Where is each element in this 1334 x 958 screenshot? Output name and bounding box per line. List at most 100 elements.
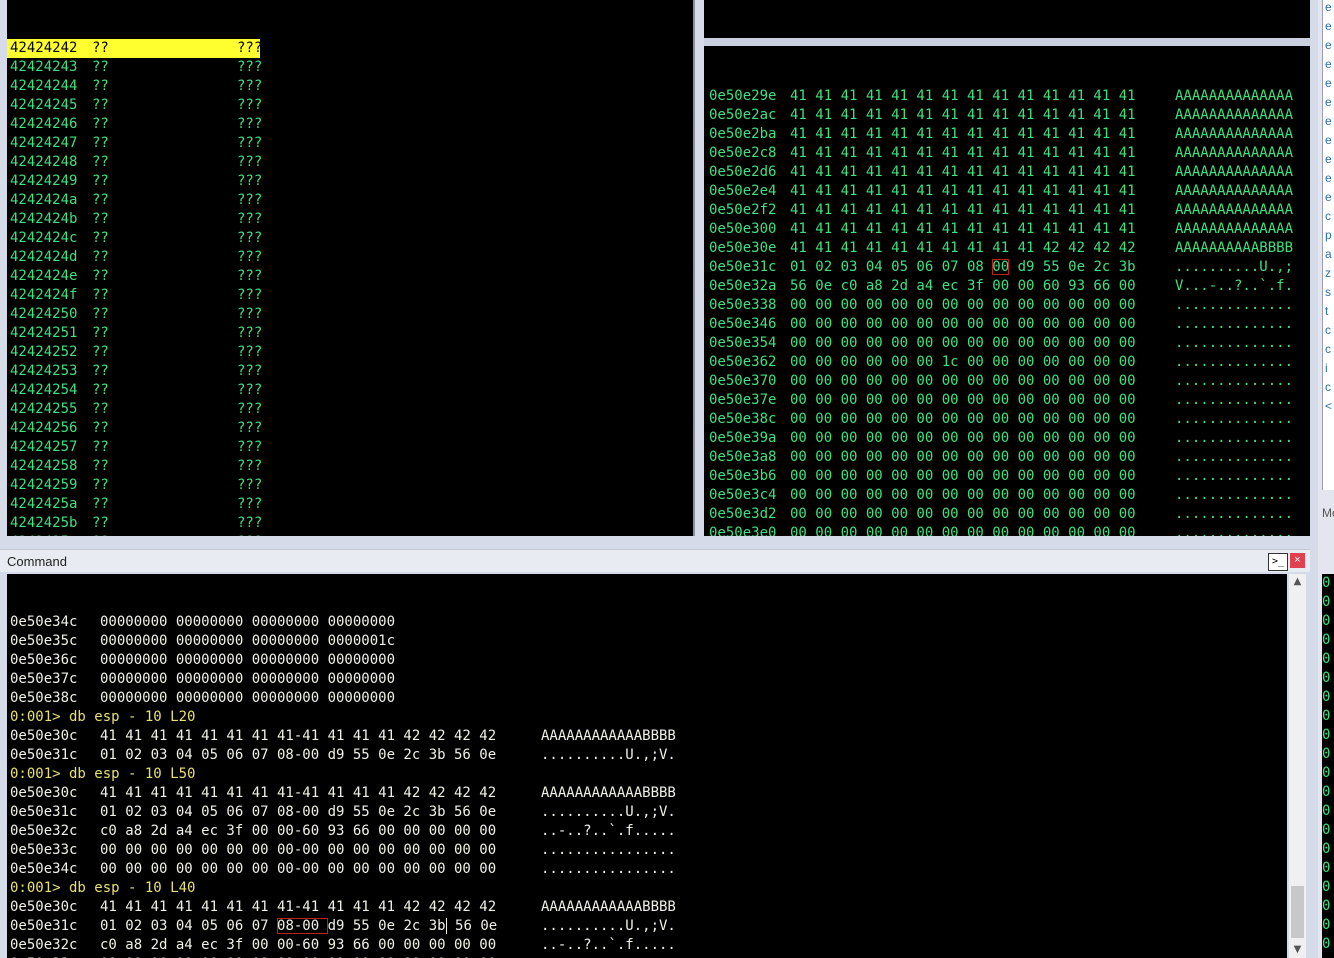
memory-address: 0e50e2ac bbox=[709, 107, 777, 123]
memory-row[interactable]: 0e50e2c8 41 41 41 41 41 41 41 41 41 41 41… bbox=[704, 144, 1310, 163]
memory-row[interactable]: 0e50e300 41 41 41 41 41 41 41 41 41 41 41… bbox=[704, 220, 1310, 239]
memory-row[interactable]: 0e50e37e 00 00 00 00 00 00 00 00 00 00 00… bbox=[704, 391, 1310, 410]
modules-tab-label[interactable]: Mo bbox=[1322, 506, 1334, 520]
command-title-bar[interactable]: Command >_ × bbox=[0, 549, 1310, 572]
memory-row[interactable]: 0e50e2ac 41 41 41 41 41 41 41 41 41 41 41… bbox=[704, 106, 1310, 125]
instruction-address: 42424247 bbox=[10, 135, 78, 151]
instruction-mnemonic: ??? bbox=[237, 363, 263, 379]
dump-hex-bytes: 00000000 00000000 00000000 00000000 bbox=[100, 671, 396, 687]
memory-row[interactable]: 0e50e362 00 00 00 00 00 00 1c 00 00 00 00… bbox=[704, 353, 1310, 372]
disassembly-row[interactable]: 42424250????? bbox=[7, 305, 693, 324]
memory-row[interactable]: 0e50e3d2 00 00 00 00 00 00 00 00 00 00 00… bbox=[704, 505, 1310, 524]
memory-pane[interactable]: 0e50e29e 41 41 41 41 41 41 41 41 41 41 41… bbox=[704, 0, 1310, 536]
disassembly-row[interactable]: 4242425b????? bbox=[7, 514, 693, 533]
disassembly-pane[interactable]: 42424242????? 42424243????? 42424244????? 4… bbox=[7, 0, 695, 536]
command-output[interactable]: 0e50e34c 00000000 00000000 00000000 00000… bbox=[7, 574, 1287, 958]
memory-row[interactable]: 0e50e3a8 00 00 00 00 00 00 00 00 00 00 00… bbox=[704, 448, 1310, 467]
memory-row[interactable]: 0e50e3e0 00 00 00 00 00 00 00 00 00 00 00… bbox=[704, 524, 1310, 536]
memory-row[interactable]: 0e50e2e4 41 41 41 41 41 41 41 41 41 41 41… bbox=[704, 182, 1310, 201]
memory-hex-bytes: 41 41 41 41 41 41 41 41 41 41 41 41 41 4… bbox=[790, 202, 1136, 218]
disassembly-row[interactable]: 42424244????? bbox=[7, 77, 693, 96]
memory-row[interactable]: 0e50e39a 00 00 00 00 00 00 00 00 00 00 00… bbox=[704, 429, 1310, 448]
scroll-thumb[interactable] bbox=[1291, 886, 1304, 938]
disassembly-row[interactable]: 4242424d????? bbox=[7, 248, 693, 267]
memory-address: 0e50e31c bbox=[709, 259, 777, 275]
memory-ascii: .............. bbox=[1175, 354, 1294, 370]
memory-hex-bytes: 00 00 00 00 00 00 00 00 00 00 00 00 00 0… bbox=[790, 411, 1136, 427]
memory-ascii: AAAAAAAAAAAAAA bbox=[1175, 107, 1294, 123]
memory-row[interactable]: 0e50e370 00 00 00 00 00 00 00 00 00 00 00… bbox=[704, 372, 1310, 391]
dump-address: 0e50e30c bbox=[10, 899, 78, 915]
memory-tab-strip[interactable] bbox=[704, 38, 1310, 46]
disassembly-row[interactable]: 4242425a????? bbox=[7, 495, 693, 514]
memory-ascii: AAAAAAAAAAAAAA bbox=[1175, 88, 1294, 104]
instruction-mnemonic: ??? bbox=[237, 173, 263, 189]
scroll-up-icon[interactable]: ▲ bbox=[1289, 574, 1306, 590]
disassembly-row[interactable]: 42424242????? bbox=[7, 39, 262, 58]
disassembly-row[interactable]: 42424257????? bbox=[7, 438, 693, 457]
memory-row[interactable]: 0e50e354 00 00 00 00 00 00 00 00 00 00 00… bbox=[704, 334, 1310, 353]
register-name-fragment: c bbox=[1325, 380, 1331, 394]
memory-address: 0e50e37e bbox=[709, 392, 777, 408]
disassembly-row[interactable]: 4242424c????? bbox=[7, 229, 693, 248]
disassembly-row[interactable]: 42424255????? bbox=[7, 400, 693, 419]
memory-row[interactable]: 0e50e3c4 00 00 00 00 00 00 00 00 00 00 00… bbox=[704, 486, 1310, 505]
close-icon[interactable]: × bbox=[1290, 553, 1305, 568]
disassembly-row[interactable]: 42424259????? bbox=[7, 476, 693, 495]
registers-pane-edge[interactable]: e e e e e e e e e e e c p a z s t c c i c < bbox=[1322, 0, 1334, 490]
disassembly-row[interactable]: 42424249????? bbox=[7, 172, 693, 191]
instruction-mnemonic: ??? bbox=[237, 534, 262, 536]
disassembly-row[interactable]: 4242424b????? bbox=[7, 210, 693, 229]
memory-row[interactable]: 0e50e2d6 41 41 41 41 41 41 41 41 41 41 41… bbox=[704, 163, 1310, 182]
instruction-opcode: ?? bbox=[92, 458, 109, 474]
command-prompt-line: 0:001> db esp - 10 L40 bbox=[10, 880, 196, 896]
memory-row[interactable]: 0e50e3b6 00 00 00 00 00 00 00 00 00 00 00… bbox=[704, 467, 1310, 486]
command-output-line: 0e50e34c 00 00 00 00 00 00 00 00-00 00 00… bbox=[7, 860, 1287, 879]
disassembly-row[interactable]: 4242424e????? bbox=[7, 267, 693, 286]
command-output-line: 0e50e32c c0 a8 2d a4 ec 3f 00 00-60 93 66… bbox=[7, 936, 1287, 955]
stack-address-fragment: 0 bbox=[1322, 822, 1331, 838]
disassembly-row[interactable]: 42424253????? bbox=[7, 362, 693, 381]
memory-row[interactable]: 0e50e30e 41 41 41 41 41 41 41 41 41 41 42… bbox=[704, 239, 1310, 258]
memory-row[interactable]: 0e50e2ba 41 41 41 41 41 41 41 41 41 41 41… bbox=[704, 125, 1310, 144]
disassembly-row[interactable]: 42424256????? bbox=[7, 419, 693, 438]
memory-row[interactable]: 0e50e32a 56 0e c0 a8 2d a4 ec 3f 00 00 60… bbox=[704, 277, 1310, 296]
instruction-mnemonic: ??? bbox=[237, 135, 263, 151]
instruction-opcode: ?? bbox=[92, 344, 109, 360]
stack-address-fragment: 0 bbox=[1322, 632, 1331, 648]
memory-row[interactable]: 0e50e338 00 00 00 00 00 00 00 00 00 00 00… bbox=[704, 296, 1310, 315]
instruction-mnemonic: ??? bbox=[237, 116, 263, 132]
command-output-line: 0e50e31c 01 02 03 04 05 06 07 08-00 d9 55… bbox=[7, 917, 1287, 936]
memory-list: 0e50e29e 41 41 41 41 41 41 41 41 41 41 41… bbox=[704, 84, 1310, 536]
disassembly-row[interactable]: 4242424a????? bbox=[7, 191, 693, 210]
disassembly-row[interactable]: 42424247????? bbox=[7, 134, 693, 153]
memory-row[interactable]: 0e50e29e 41 41 41 41 41 41 41 41 41 41 41… bbox=[704, 87, 1310, 106]
instruction-mnemonic: ??? bbox=[237, 268, 263, 284]
memory-row[interactable]: 0e50e2f2 41 41 41 41 41 41 41 41 41 41 41… bbox=[704, 201, 1310, 220]
disassembly-row[interactable]: 4242424f????? bbox=[7, 286, 693, 305]
instruction-opcode: ?? bbox=[92, 363, 109, 379]
memory-row[interactable]: 0e50e38c 00 00 00 00 00 00 00 00 00 00 00… bbox=[704, 410, 1310, 429]
command-output-line: 0e50e36c 00000000 00000000 00000000 00000… bbox=[7, 651, 1287, 670]
hex-segment: d9 55 0e 2c 3b bbox=[1009, 259, 1136, 275]
disassembly-row[interactable]: 42424246????? bbox=[7, 115, 693, 134]
memory-address: 0e50e354 bbox=[709, 335, 777, 351]
terminal-icon[interactable]: >_ bbox=[1268, 553, 1288, 571]
disassembly-row[interactable]: 42424252????? bbox=[7, 343, 693, 362]
dump-hex-bytes: 41 41 41 41 41 41 41 41-41 41 41 41 42 4… bbox=[100, 899, 497, 915]
memory-row[interactable]: 0e50e31c 01 02 03 04 05 06 07 08 00 d9 55… bbox=[704, 258, 1310, 277]
scroll-down-icon[interactable]: ▼ bbox=[1289, 942, 1306, 958]
memory-row[interactable]: 0e50e346 00 00 00 00 00 00 00 00 00 00 00… bbox=[704, 315, 1310, 334]
disassembly-row[interactable]: 42424245????? bbox=[7, 96, 693, 115]
disassembly-row[interactable]: 4242425c????? bbox=[7, 533, 693, 536]
instruction-address: 42424249 bbox=[10, 173, 78, 189]
disassembly-row[interactable]: 42424251????? bbox=[7, 324, 693, 343]
disassembly-row[interactable]: 42424254????? bbox=[7, 381, 693, 400]
stack-pane-edge[interactable]: 0 0 0 0 0 0 0 0 0 0 0 0 0 0 0 0 0 0 0 0 bbox=[1322, 574, 1334, 958]
disassembly-list: 42424242????? 42424243????? 42424244????? 4… bbox=[7, 38, 693, 536]
disassembly-row[interactable]: 42424248????? bbox=[7, 153, 693, 172]
command-scrollbar[interactable]: ▲ ▼ bbox=[1289, 574, 1306, 958]
disassembly-row[interactable]: 42424258????? bbox=[7, 457, 693, 476]
disassembly-row[interactable]: 42424243????? bbox=[7, 58, 693, 77]
register-name-fragment: a bbox=[1325, 247, 1332, 261]
